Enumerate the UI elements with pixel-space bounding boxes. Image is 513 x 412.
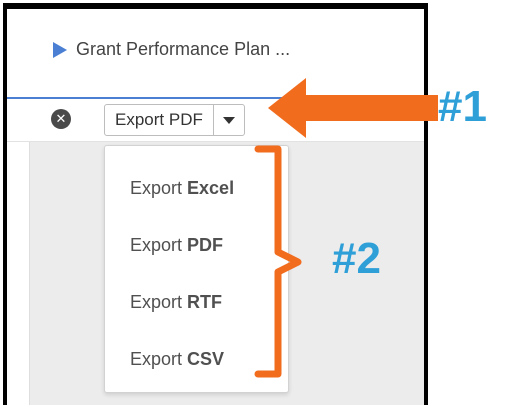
caret-down-icon [222,117,235,124]
close-icon[interactable]: ✕ [51,109,71,129]
menu-item-prefix: Export [130,178,188,198]
menu-item-prefix: Export [130,292,188,312]
menu-item-export-pdf[interactable]: Export PDF [130,235,223,256]
menu-item-format: Excel [187,178,235,198]
annotation-bracket [254,145,302,378]
annotation-arrow [268,78,438,138]
menu-item-format: RTF [187,292,223,312]
menu-item-export-csv[interactable]: Export CSV [130,349,224,370]
report-tab[interactable]: Grant Performance Plan ... [53,39,290,60]
menu-item-export-excel[interactable]: Export Excel [130,178,234,199]
menu-item-prefix: Export [130,235,188,255]
report-tab-title: Grant Performance Plan ... [76,39,291,59]
export-split-button: Export PDF [104,104,245,136]
annotation-label-1: #1 [438,82,487,131]
screenshot-frame: Grant Performance Plan ... ✕ Export PDF … [3,3,428,405]
menu-item-format: CSV [187,349,225,369]
content-left-gutter [7,142,30,405]
play-triangle-icon [53,41,67,58]
annotation-label-2: #2 [332,234,381,283]
menu-item-prefix: Export [130,349,188,369]
tab-divider [425,31,426,69]
export-pdf-button[interactable]: Export PDF [105,105,213,135]
menu-item-export-rtf[interactable]: Export RTF [130,292,222,313]
export-dropdown-button[interactable] [212,105,244,135]
menu-item-format: PDF [187,235,224,255]
